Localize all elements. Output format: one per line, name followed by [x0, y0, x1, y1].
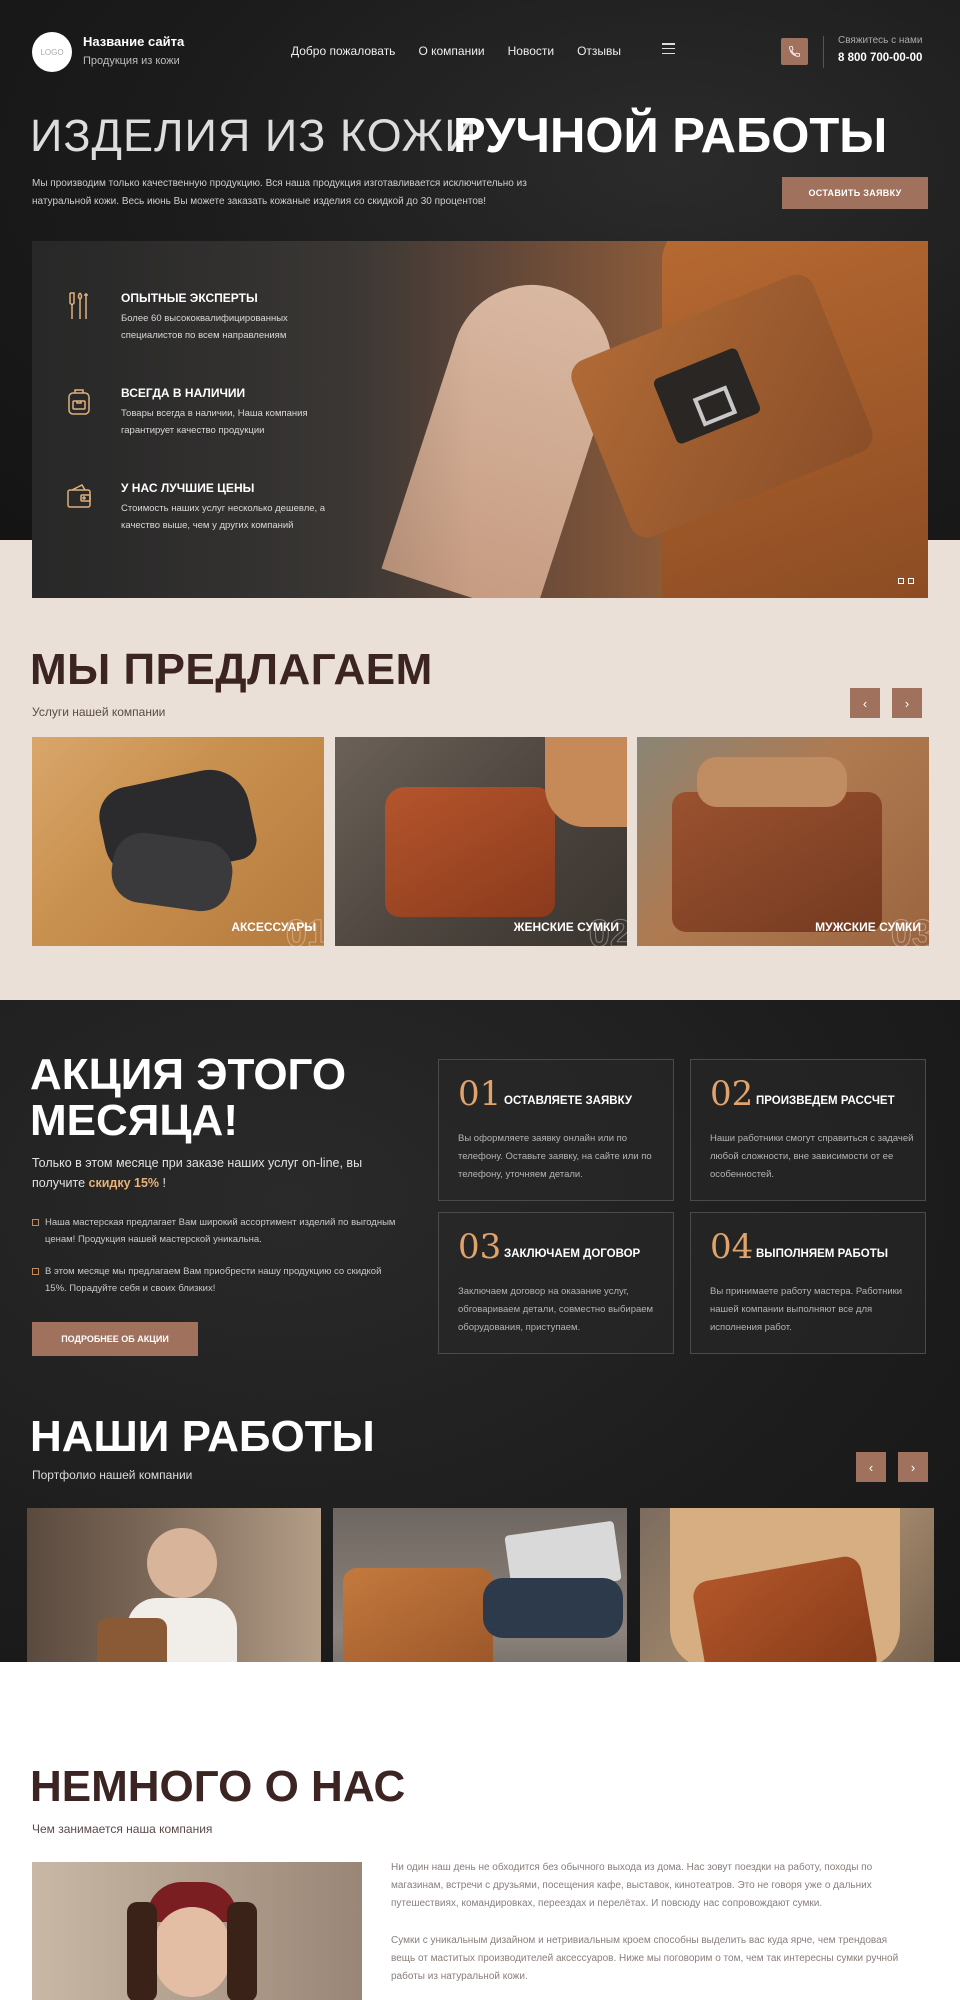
- promo-title-line1: АКЦИЯ ЭТОГО: [30, 1050, 347, 1099]
- card-label: МУЖСКИЕ СУМКИ: [815, 920, 921, 934]
- step-card: 03 ЗАКЛЮЧАЕМ ДОГОВОР Заключаем договор н…: [438, 1212, 674, 1354]
- phone-button[interactable]: [781, 38, 808, 65]
- feature-title: ОПЫТНЫЕ ЭКСПЕРТЫ: [121, 291, 258, 305]
- step-card: 01 ОСТАВЛЯЕТЕ ЗАЯВКУ Вы оформляете заявк…: [438, 1059, 674, 1201]
- hero-image: ОПЫТНЫЕ ЭКСПЕРТЫ Более 60 высококвалифиц…: [32, 241, 928, 598]
- header-divider: [823, 36, 824, 68]
- step-title: ПРОИЗВЕДЕМ РАССЧЕТ: [756, 1095, 895, 1107]
- chevron-left-icon: ‹: [868, 1459, 874, 1475]
- hero-title-bold: РУЧНОЙ РАБОТЫ: [453, 109, 888, 163]
- backpack-icon: [68, 389, 90, 415]
- works-next-button[interactable]: ›: [898, 1452, 928, 1482]
- request-button[interactable]: ОСТАВИТЬ ЗАЯВКУ: [782, 177, 928, 209]
- chevron-right-icon: ›: [910, 1459, 916, 1475]
- nav-item-reviews[interactable]: Отзывы: [577, 44, 621, 58]
- card-label: АКСЕССУАРЫ: [231, 920, 316, 934]
- offer-card-womens-bags[interactable]: 02 ЖЕНСКИЕ СУМКИ: [335, 737, 627, 946]
- step-number: 04: [710, 1227, 754, 1267]
- feature-title: У НАС ЛУЧШИЕ ЦЕНЫ: [121, 481, 255, 495]
- about-subtitle: Чем занимается наша компания: [32, 1822, 213, 1836]
- promo-text: Только в этом месяце при заказе наших ус…: [32, 1153, 412, 1193]
- offer-subtitle: Услуги нашей компании: [32, 705, 166, 719]
- step-title: ОСТАВЛЯЕТЕ ЗАЯВКУ: [504, 1095, 633, 1107]
- promo-bullet: Наша мастерская предлагает Вам широкий а…: [32, 1214, 402, 1248]
- contact-label: Свяжитесь с нами: [838, 35, 923, 46]
- hero-description: Мы производим только качественную продук…: [32, 178, 527, 207]
- feature-desc: Стоимость наших услуг несколько дешевле,…: [121, 503, 326, 531]
- step-desc: Вы оформляете заявку онлайн или по телеф…: [458, 1133, 652, 1180]
- works-prev-button[interactable]: ‹: [856, 1452, 886, 1482]
- step-desc: Заключаем договор на оказание услуг, обг…: [458, 1286, 654, 1333]
- menu-icon[interactable]: [662, 43, 675, 54]
- step-number: 01: [458, 1074, 502, 1114]
- feature-title: ВСЕГДА В НАЛИЧИИ: [121, 386, 246, 400]
- offer-card-mens-bags[interactable]: 03 МУЖСКИЕ СУМКИ: [637, 737, 929, 946]
- about-paragraph: Ни один наш день не обходится без обычно…: [391, 1862, 873, 1909]
- hero-title-light: ИЗДЕЛИЯ ИЗ КОЖИ: [30, 110, 478, 161]
- about-title: НЕМНОГО О НАС: [30, 1762, 406, 1811]
- feature-desc: Товары всегда в наличии, Наша компания г…: [121, 408, 308, 436]
- slider-dots: [898, 578, 914, 584]
- promo-title: АКЦИЯ ЭТОГО МЕСЯЦА!: [30, 1052, 346, 1144]
- offer-prev-button[interactable]: ‹: [850, 688, 880, 718]
- about-image: [32, 1862, 362, 2000]
- feature-desc: Более 60 высококвалифицированных специал…: [121, 313, 288, 341]
- header: LOGO Название сайта Продукция из кожи До…: [0, 0, 960, 100]
- promo-discount: скидку 15%: [88, 1176, 160, 1190]
- offer-title: МЫ ПРЕДЛАГАЕМ: [30, 645, 433, 694]
- promo-title-line2: МЕСЯЦА!: [30, 1096, 238, 1145]
- about-paragraph: Сумки с уникальным дизайном и нетривиаль…: [391, 1935, 899, 1982]
- wallet-icon: [67, 484, 91, 508]
- step-title: ЗАКЛЮЧАЕМ ДОГОВОР: [504, 1248, 641, 1260]
- site-subtitle: Продукция из кожи: [83, 55, 180, 67]
- promo-text-after: !: [159, 1176, 166, 1190]
- chevron-right-icon: ›: [904, 695, 910, 711]
- logo-text: LOGO: [40, 47, 64, 57]
- nav-item-about[interactable]: О компании: [418, 44, 484, 58]
- step-title: ВЫПОЛНЯЕМ РАБОТЫ: [756, 1248, 889, 1260]
- step-number: 03: [458, 1227, 502, 1267]
- works-title: НАШИ РАБОТЫ: [30, 1412, 375, 1461]
- offer-next-button[interactable]: ›: [892, 688, 922, 718]
- nav-item-news[interactable]: Новости: [508, 44, 554, 58]
- site-name: Название сайта: [83, 34, 185, 49]
- nav-item-welcome[interactable]: Добро пожаловать: [291, 44, 395, 58]
- step-number: 02: [710, 1074, 754, 1114]
- step-desc: Вы принимаете работу мастера. Работники …: [710, 1286, 903, 1333]
- card-label: ЖЕНСКИЕ СУМКИ: [513, 920, 619, 934]
- offer-card-accessories[interactable]: 01 АКСЕССУАРЫ: [32, 737, 324, 946]
- logo[interactable]: LOGO: [32, 32, 72, 72]
- step-card: 02 ПРОИЗВЕДЕМ РАССЧЕТ Наши работники смо…: [690, 1059, 926, 1201]
- phone-icon: [789, 46, 800, 57]
- slider-dot[interactable]: [908, 578, 914, 584]
- promo-bullet: В этом месяце мы предлагаем Вам приобрес…: [32, 1263, 402, 1297]
- contact-phone[interactable]: 8 800 700-00-00: [838, 52, 922, 64]
- main-nav: Добро пожаловать О компании Новости Отзы…: [291, 44, 621, 58]
- chevron-left-icon: ‹: [862, 695, 868, 711]
- promo-text-before: Только в этом месяце при заказе наших ус…: [32, 1156, 363, 1190]
- promo-details-button[interactable]: ПОДРОБНЕЕ ОБ АКЦИИ: [32, 1322, 198, 1356]
- tools-icon: [69, 292, 88, 319]
- step-desc: Наши работники смогут справиться с задач…: [710, 1133, 914, 1180]
- works-subtitle: Портфолио нашей компании: [32, 1468, 193, 1482]
- step-card: 04 ВЫПОЛНЯЕМ РАБОТЫ Вы принимаете работу…: [690, 1212, 926, 1354]
- slider-dot[interactable]: [898, 578, 904, 584]
